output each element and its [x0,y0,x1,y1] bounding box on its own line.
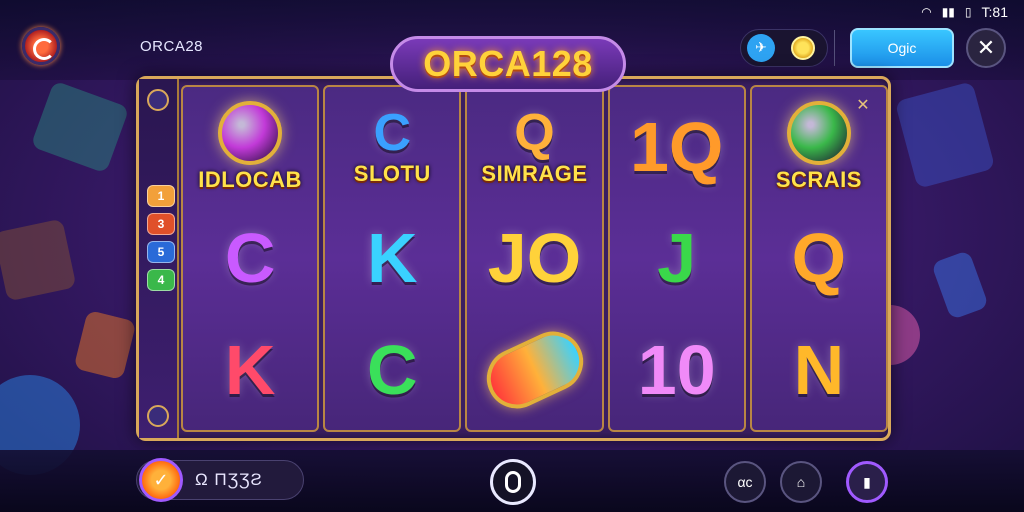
settings-icon: ⌂ [796,474,806,490]
app-logo[interactable] [22,27,60,65]
login-button[interactable]: Ogic [850,28,954,68]
balance-coin-icon: ✓ [139,458,183,502]
symbol-letter: 1Q [622,95,732,199]
symbol-text: N [793,331,845,410]
balance-text: Ω ΠƷƷƧ [195,470,263,489]
spin-button[interactable] [490,459,536,505]
close-icon: ✕ [976,35,996,61]
symbol-label: IDLOCAB [198,166,302,192]
symbol-letter: 10 [622,318,732,422]
symbol-special: Q SIMRAGE [480,95,590,199]
wifi-icon: ◠ [921,5,932,19]
sound-label: αc [737,474,753,490]
symbol-text: 1Q [630,107,724,186]
symbol-letter: K [195,318,305,422]
social-pill[interactable]: ✈ [740,29,828,67]
payline-list: 1 3 5 4 [147,185,175,291]
symbol-letter: JO [480,206,590,310]
chat-button[interactable]: ▮ [846,461,888,503]
symbol-label: SIMRAGE [481,160,588,186]
app-name: ORCA28 [140,38,204,55]
symbol-text: C [367,331,418,410]
signal-icon: ▮▮ [941,5,955,19]
symbol-text: JO [487,219,582,298]
close-button[interactable]: ✕ [966,28,1006,68]
symbol-text: K [224,331,276,410]
reel-5: SCRAIS Q N [749,85,889,432]
symbol-label: SLOTU [353,160,431,186]
symbol-text: C [373,103,412,162]
coin-icon[interactable] [791,36,815,60]
gem-orb-icon [786,100,851,165]
reel-2: C SLOTU K C [323,85,462,432]
reel-1: IDLOCAB C K [181,85,320,432]
settings-button[interactable]: ⌂ [780,461,822,503]
symbol-special: C SLOTU [337,95,447,199]
symbol-text: C [224,219,276,298]
bg-block-left-bottom [73,309,137,381]
symbol-text: J [657,219,697,298]
symbol-scroll [476,318,593,422]
symbol-text: 10 [637,331,716,410]
scroll-icon [476,321,593,419]
rail-gem-top [147,89,169,111]
symbol-special: IDLOCAB [195,95,305,199]
spin-icon [505,471,521,493]
payline-badge: 5 [147,241,175,263]
payline-badge: 4 [147,269,175,291]
status-time: T:81 [981,4,1008,20]
symbol-letter: C [337,318,447,422]
symbol-letter: N [764,318,874,422]
reels-grid: IDLOCAB C K C SLOTU K C Q SIMRAGE JO 1Q J 10 SCRAIS Q N [181,85,889,432]
symbol-text: K [367,219,418,298]
symbol-label: SCRAIS [775,166,862,192]
header-divider [834,30,835,66]
reel-3: Q SIMRAGE JO [465,85,604,432]
balance-pill[interactable]: ✓ Ω ΠƷƷƧ [136,458,304,502]
bg-cube-left [30,80,130,174]
rail-gem-bottom [147,405,169,427]
symbol-letter: Q [764,206,874,310]
twitter-icon[interactable]: ✈ [747,34,775,62]
bg-block-right [930,249,990,321]
payline-badge: 1 [147,185,175,207]
payline-rail: 1 3 5 4 [139,79,179,438]
corner-close-icon[interactable]: ✕ [852,93,874,115]
bg-cube-right [894,81,996,189]
gem-orb-icon [218,100,283,165]
symbol-letter: J [622,206,732,310]
sound-button[interactable]: αc [724,461,766,503]
payline-badge: 3 [147,213,175,235]
game-title: ORCA128 [390,36,626,92]
symbol-text: Q [514,103,555,162]
symbol-letter: C [195,206,305,310]
battery-icon: ▯ [964,5,972,19]
symbol-letter: K [337,206,447,310]
chat-icon: ▮ [863,473,871,490]
bg-gift-box-left [0,218,77,302]
symbol-text: Q [791,219,847,298]
status-bar: ◠ ▮▮ ▯ T:81 [921,4,1008,20]
slot-machine-frame: 1354 IDLOCAB C K C SLOTU K C Q SIMRAGE JO 1Q J 10 SCR… [136,76,891,441]
reel-4: 1Q J 10 [607,85,746,432]
